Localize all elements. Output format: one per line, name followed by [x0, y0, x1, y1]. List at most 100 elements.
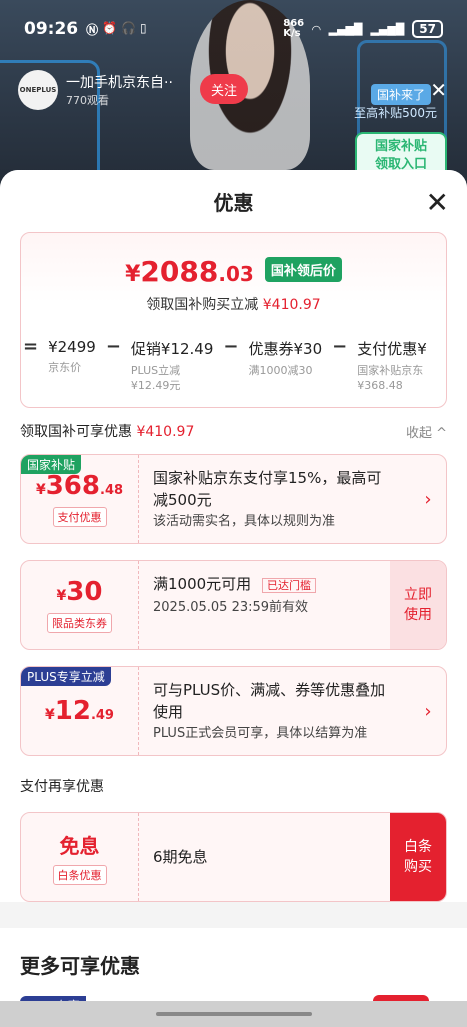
chevron-right-icon[interactable]: ›: [410, 455, 446, 543]
more-offers-title: 更多可享优惠: [20, 954, 140, 978]
formula-operator: −: [105, 336, 121, 357]
vibrate-icon: ▯: [140, 20, 147, 35]
chevron-right-icon[interactable]: ›: [410, 667, 446, 755]
coupon-amount: ¥ 12 .49: [45, 696, 114, 726]
formula-sub: 国家补贴京东 ¥368.48: [357, 364, 424, 392]
price-subtitle: 领取国补购买立减 ¥410.97: [21, 294, 446, 314]
coupon-line1-wrap: 满1000元可用 已达门槛: [153, 573, 376, 597]
coupon-expiry: 2025.05.05 23:59前有效: [153, 600, 309, 615]
coupon-currency: ¥: [45, 707, 55, 723]
formula-main: 支付优惠¥: [357, 340, 427, 358]
close-icon[interactable]: ✕: [426, 186, 449, 219]
formula-sub: PLUS立减 ¥12.49元: [130, 364, 181, 392]
interest-free-title: 免息: [59, 833, 100, 858]
coupon-tag: 国家补贴: [21, 455, 82, 474]
sheet-header: 优惠 ✕: [0, 170, 467, 232]
battery-indicator: 57: [412, 20, 443, 38]
coupon-type: 白条优惠: [52, 864, 107, 885]
formula-main: 优惠券¥30: [248, 340, 323, 358]
formula-item: 支付优惠¥ 国家补贴京东 ¥368.48: [357, 338, 427, 393]
price-formula: = ¥2499 京东价 − 促销¥12.49 PLUS立减 ¥12.49元 − …: [21, 336, 446, 393]
formula-sub: 满1000减30: [248, 364, 313, 377]
coupon-desc: 满1000元可用 已达门槛 2025.05.05 23:59前有效: [139, 561, 390, 649]
coupon-line2: PLUS正式会员可享，具体以结算为准: [153, 726, 368, 741]
use-now-button[interactable]: 立即 使用: [390, 561, 446, 649]
status-right: 866 K/s ◠ ▂▄▆█ ▂▄▆█ 57: [283, 19, 443, 39]
gov-row-value: ¥410.97: [136, 424, 195, 440]
formula-item: ¥2499 京东价: [48, 338, 96, 375]
gov-subsidy-sub: 至高补贴500元: [354, 106, 437, 120]
coupon-currency: ¥: [35, 482, 46, 498]
sheet-title: 优惠: [213, 190, 254, 215]
divider: [0, 918, 467, 928]
coupon-line1: 可与PLUS价、满减、券等优惠叠加使用: [153, 681, 386, 721]
coupon-type: 限品类东券: [47, 613, 112, 633]
coupon-line1: 国家补贴京东支付享15%，最高可减500元: [153, 469, 382, 509]
pay-extra-label: 支付再享优惠: [20, 779, 104, 795]
follow-button[interactable]: 关注: [200, 74, 248, 104]
signal-icon: ▂▄▆█: [328, 22, 363, 36]
sheet-content: ¥ 2088 .03 国补领后价 领取国补购买立减 ¥410.97 = ¥249…: [0, 232, 467, 902]
shop-name: 一加手机京东自··: [66, 75, 173, 91]
notification-icons: Ⓝ ⏰ 🎧 ▯: [86, 21, 147, 38]
coupon-type: 支付优惠: [52, 507, 107, 527]
shop-info[interactable]: ONEPLUS 一加手机京东自·· 770观看: [18, 70, 173, 110]
baitiao-buy-button[interactable]: 白条 购买: [390, 813, 446, 901]
coupon-desc: 可与PLUS价、满减、券等优惠叠加使用 PLUS正式会员可享，具体以结算为准: [139, 667, 410, 755]
coupon-category[interactable]: ¥ 30 限品类东券 满1000元可用 已达门槛 2025.05.05 23:5…: [20, 560, 447, 650]
gov-subsidy-tag: 国补来了: [370, 84, 431, 105]
coupon-desc: 国家补贴京东支付享15%，最高可减500元 该活动需实名，具体以规则为准: [139, 455, 410, 543]
nfc-icon: Ⓝ: [86, 22, 99, 37]
coupon-amount: ¥ 368 .48: [36, 471, 123, 501]
price-integer: 2088: [140, 255, 219, 288]
coupon-baitiao[interactable]: 免息 白条优惠 6期免息 白条 购买: [20, 812, 447, 902]
coupon-amount-block: ¥ 30 限品类东券: [21, 561, 139, 649]
gov-subsidy-summary: 领取国补可享优惠 ¥410.97: [20, 421, 194, 441]
formula-main: 促销¥12.49: [130, 340, 214, 358]
coupon-line1: 满1000元可用: [153, 575, 252, 593]
price-tag: 国补领后价: [264, 257, 342, 282]
network-speed: 866 K/s: [283, 18, 305, 39]
alarm-icon: ⏰: [102, 20, 118, 35]
viewer-count: 770观看: [66, 94, 109, 107]
gov-subsidy-row: 领取国补可享优惠 ¥410.97 收起 ^: [20, 408, 447, 454]
threshold-reached-badge: 已达门槛: [261, 578, 316, 593]
shop-logo: ONEPLUS: [18, 70, 58, 110]
coupon-amount-block: 免息 白条优惠: [21, 813, 139, 901]
price-card: ¥ 2088 .03 国补领后价 领取国补购买立减 ¥410.97 = ¥249…: [20, 232, 447, 408]
home-indicator: [0, 1001, 467, 1027]
price-sub-label: 领取国补购买立减: [146, 297, 259, 313]
collapse-button[interactable]: 收起 ^: [406, 422, 447, 441]
coupon-tag: PLUS专享立减: [21, 667, 111, 686]
discount-sheet: 优惠 ✕ ¥ 2088 .03 国补领后价 领取国补购买立减 ¥410.97 =…: [0, 170, 467, 1027]
coupon-integer: 12: [54, 696, 91, 726]
price-sub-value: ¥410.97: [262, 297, 321, 313]
final-price: ¥ 2088 .03: [125, 255, 254, 288]
coupon-decimal: .49: [90, 708, 114, 723]
coupon-line2: 该活动需实名，具体以规则为准: [153, 514, 336, 529]
coupon-gov-subsidy[interactable]: 国家补贴 ¥ 368 .48 支付优惠 国家补贴京东支付享15%，最高可减500…: [20, 454, 447, 544]
coupon-integer: 368: [45, 471, 100, 501]
live-close-icon[interactable]: ✕: [430, 78, 447, 102]
status-bar: 09:26 Ⓝ ⏰ 🎧 ▯ 866 K/s ◠ ▂▄▆█ ▂▄▆█ 57: [0, 0, 467, 58]
coupon-amount: ¥ 30: [57, 577, 103, 607]
formula-sub: 京东价: [48, 361, 82, 374]
formula-item: 优惠券¥30 满1000减30: [249, 338, 323, 378]
installment-text: 6期免息: [153, 848, 208, 866]
coupon-decimal: .48: [100, 483, 124, 498]
coupon-currency: ¥: [56, 588, 67, 604]
formula-item: 促销¥12.49 PLUS立减 ¥12.49元: [131, 338, 214, 393]
home-bar[interactable]: [155, 1012, 312, 1016]
wifi-icon: ◠: [312, 22, 321, 36]
formula-main: ¥2499: [48, 338, 96, 356]
coupon-integer: 30: [66, 577, 103, 607]
signal-icon-2: ▂▄▆█: [370, 22, 405, 36]
formula-operator: −: [332, 336, 348, 357]
price-currency: ¥: [125, 262, 141, 287]
headphone-icon: 🎧: [121, 20, 137, 35]
coupon-desc: 6期免息: [139, 813, 390, 901]
coupon-plus[interactable]: PLUS专享立减 ¥ 12 .49 可与PLUS价、满减、券等优惠叠加使用 PL…: [20, 666, 447, 756]
formula-operator: −: [223, 336, 239, 357]
status-time: 09:26: [24, 19, 79, 39]
price-decimal: .03: [218, 262, 254, 286]
